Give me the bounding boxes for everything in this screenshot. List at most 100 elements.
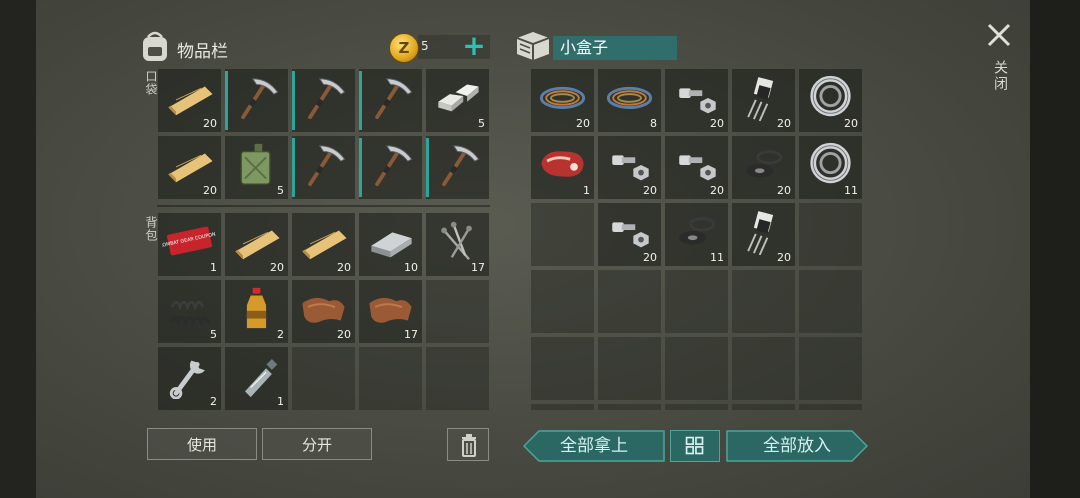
- jerrycan-icon: [240, 143, 271, 185]
- container-empty-slot[interactable]: [531, 337, 594, 400]
- container-empty-slot[interactable]: [732, 270, 795, 333]
- backpack-slot[interactable]: [359, 347, 422, 410]
- item-count: 1: [210, 261, 217, 274]
- container-empty-slot[interactable]: [598, 404, 661, 410]
- container-empty-slot[interactable]: [665, 337, 728, 400]
- backpack-slot[interactable]: 17: [426, 213, 489, 276]
- backpack-slot[interactable]: 20: [225, 213, 288, 276]
- metal-ingot-icon: [438, 84, 479, 112]
- container-slot[interactable]: 20: [732, 203, 795, 266]
- backpack-slot[interactable]: 1: [225, 347, 288, 410]
- item-count: 20: [643, 184, 657, 197]
- close-label[interactable]: 关闭: [990, 60, 1010, 92]
- trash-button[interactable]: [447, 428, 489, 461]
- container-empty-slot[interactable]: [665, 404, 728, 410]
- item-count: 20: [710, 117, 724, 130]
- container-empty-slot[interactable]: [665, 270, 728, 333]
- coin-count: 5: [421, 39, 429, 53]
- split-button[interactable]: 分开: [262, 428, 372, 460]
- container-empty-slot[interactable]: [598, 337, 661, 400]
- container-slot[interactable]: 11: [799, 136, 862, 199]
- backpack-slot[interactable]: 5: [158, 280, 221, 343]
- wire-icon: [606, 86, 653, 109]
- container-slot[interactable]: 11: [665, 203, 728, 266]
- sort-button[interactable]: [670, 430, 720, 462]
- item-count: 20: [337, 328, 351, 341]
- container-empty-slot[interactable]: [598, 270, 661, 333]
- container-slot[interactable]: 20: [531, 69, 594, 132]
- container-empty-slot[interactable]: [799, 337, 862, 400]
- container-slot[interactable]: 8: [598, 69, 661, 132]
- durability-bar: [359, 71, 362, 130]
- leather-icon: [302, 297, 345, 323]
- bearing-icon: [810, 75, 851, 117]
- container-slot[interactable]: 20: [665, 69, 728, 132]
- container-empty-slot[interactable]: [799, 270, 862, 333]
- pocket-slot[interactable]: 20: [158, 69, 221, 132]
- backpack-slot[interactable]: COMBAT GEAR COUPON 1: [158, 213, 221, 276]
- container-empty-slot[interactable]: [732, 404, 795, 410]
- backpack-slot[interactable]: [426, 280, 489, 343]
- transistor-icon: [747, 211, 774, 255]
- durability-bar: [426, 138, 429, 197]
- grid-sort-icon: [685, 436, 704, 455]
- container-slot[interactable]: 20: [799, 69, 862, 132]
- pocket-slot[interactable]: [359, 136, 422, 199]
- bearing-icon: [810, 142, 851, 184]
- add-coins-button[interactable]: +: [460, 32, 488, 61]
- inventory-title: 物品栏: [177, 42, 228, 62]
- trash-icon: [462, 434, 476, 457]
- meat-icon: [541, 151, 584, 177]
- container-slot[interactable]: 20: [732, 69, 795, 132]
- backpack-slot[interactable]: [292, 347, 355, 410]
- item-count: 17: [404, 328, 418, 341]
- spring-icon: [168, 300, 211, 327]
- container-empty-slot[interactable]: [531, 270, 594, 333]
- backpack-slot[interactable]: 10: [359, 213, 422, 276]
- container-empty-slot[interactable]: [732, 337, 795, 400]
- item-count: 1: [277, 395, 284, 408]
- container-slot[interactable]: 20: [665, 136, 728, 199]
- screen-edge: [1030, 0, 1080, 498]
- take-all-button[interactable]: 全部拿上: [523, 430, 665, 462]
- coin-icon: Z: [389, 33, 419, 63]
- pocket-slot[interactable]: 5: [426, 69, 489, 132]
- backpack-slot[interactable]: [426, 347, 489, 410]
- item-count: 20: [203, 184, 217, 197]
- container-slot[interactable]: [531, 203, 594, 266]
- backpack-slot[interactable]: 17: [359, 280, 422, 343]
- put-all-button[interactable]: 全部放入: [726, 430, 868, 462]
- pickaxe-icon: [241, 78, 279, 120]
- container-title: 小盒子: [553, 36, 677, 60]
- pocket-slot[interactable]: 5: [225, 136, 288, 199]
- backpack-slot[interactable]: 20: [292, 213, 355, 276]
- container-slot[interactable]: [799, 203, 862, 266]
- backpack-icon: [143, 31, 167, 61]
- section-divider: [157, 205, 490, 207]
- pocket-slot[interactable]: [292, 136, 355, 199]
- pocket-slot[interactable]: [359, 69, 422, 132]
- item-count: 8: [650, 117, 657, 130]
- backpack-slot[interactable]: 2: [225, 280, 288, 343]
- container-slot[interactable]: 1: [531, 136, 594, 199]
- coupon-icon: COMBAT GEAR COUPON: [162, 226, 217, 256]
- container-slot[interactable]: 20: [598, 203, 661, 266]
- container-slot[interactable]: 20: [598, 136, 661, 199]
- container-empty-slot[interactable]: [799, 404, 862, 410]
- item-count: 20: [337, 261, 351, 274]
- bolt-nut-icon: [612, 222, 649, 248]
- close-icon[interactable]: [986, 22, 1012, 48]
- use-button[interactable]: 使用: [147, 428, 257, 460]
- pocket-slot[interactable]: [426, 136, 489, 199]
- backpack-slot[interactable]: 2: [158, 347, 221, 410]
- item-count: 20: [844, 117, 858, 130]
- container-empty-slot[interactable]: [531, 404, 594, 410]
- pickaxe-icon: [308, 145, 346, 187]
- pocket-slot[interactable]: [292, 69, 355, 132]
- backpack-slot[interactable]: 20: [292, 280, 355, 343]
- pocket-slot[interactable]: [225, 69, 288, 132]
- item-count: 1: [583, 184, 590, 197]
- container-slot[interactable]: 20: [732, 136, 795, 199]
- take-all-label: 全部拿上: [560, 436, 628, 456]
- pocket-slot[interactable]: 20: [158, 136, 221, 199]
